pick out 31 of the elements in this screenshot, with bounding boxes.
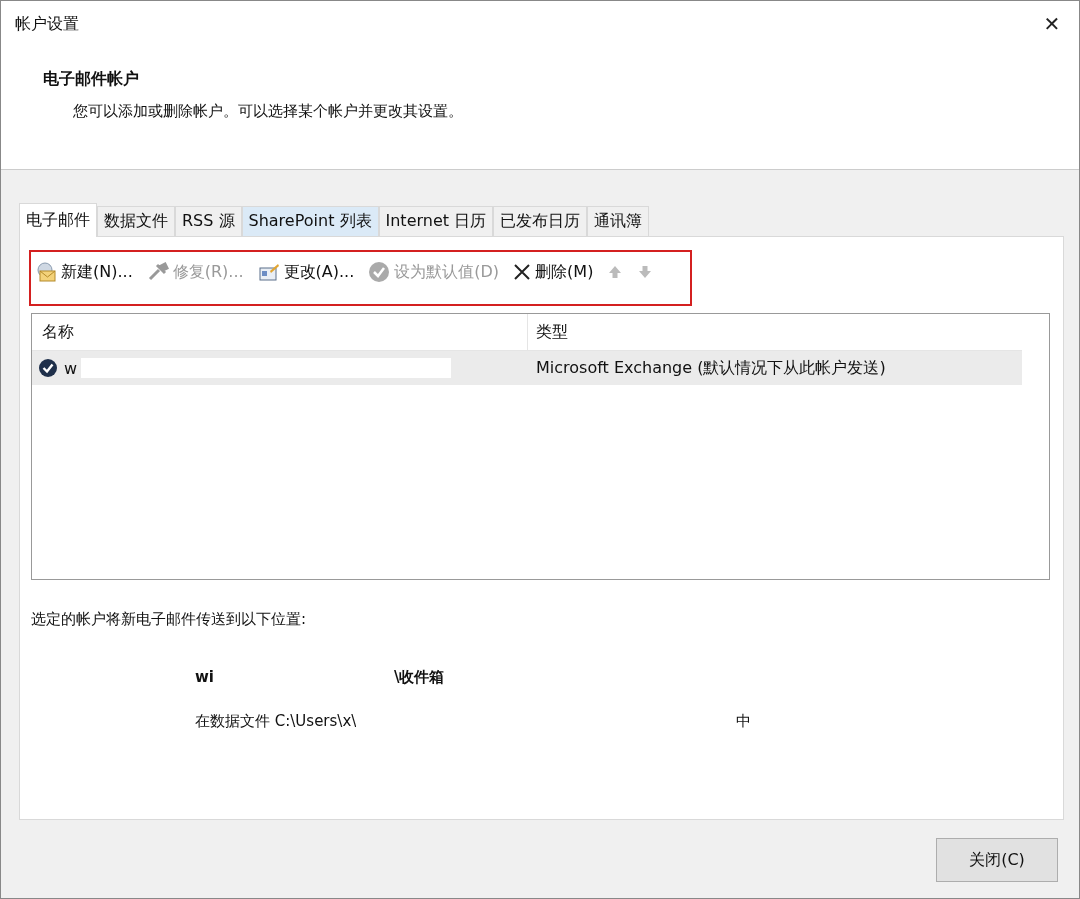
close-button[interactable]: ✕: [1025, 1, 1079, 47]
account-type: Microsoft Exchange (默认情况下从此帐户发送): [535, 357, 886, 379]
folder-text: \收件箱: [394, 667, 445, 687]
tab[interactable]: Internet 日历: [378, 206, 494, 236]
tab[interactable]: RSS 源: [175, 206, 242, 236]
header-title: 电子邮件帐户: [43, 69, 140, 90]
account-name: w: [64, 358, 78, 378]
tab[interactable]: SharePoint 列表: [241, 206, 379, 236]
tab[interactable]: 电子邮件: [19, 203, 97, 237]
close-dialog-button[interactable]: 关闭(C): [936, 838, 1058, 882]
check-circle-icon: [368, 261, 391, 283]
delivery-label: 选定的帐户将新电子邮件传送到以下位置:: [31, 610, 308, 629]
up-arrow-icon: [607, 264, 624, 280]
down-arrow-icon: [637, 264, 654, 280]
close-icon: [513, 263, 532, 281]
toolbar-button[interactable]: 删除(M): [513, 261, 594, 283]
window-title: 帐户设置: [15, 13, 79, 35]
folder-text: wi: [195, 668, 214, 686]
card-edit-icon: [257, 262, 280, 282]
path-text: 中: [736, 711, 752, 731]
column-header[interactable]: 名称: [32, 314, 528, 350]
tab[interactable]: 通讯簿: [587, 206, 650, 236]
account-row[interactable]: w Microsoft Exchange (默认情况下从此帐户发送): [32, 351, 1022, 385]
column-header[interactable]: 类型: [528, 321, 568, 343]
envelope-icon: [35, 262, 57, 282]
header-description: 您可以添加或删除帐户。可以选择某个帐户并更改其设置。: [73, 102, 464, 121]
toolbar-button[interactable]: 新建(N)...: [35, 261, 133, 283]
tab[interactable]: 已发布日历: [493, 206, 588, 236]
tab[interactable]: 数据文件: [97, 206, 175, 236]
toolbar-button[interactable]: 更改(A)...: [257, 261, 355, 283]
path-text: 在数据文件 C:\Users\x\: [195, 711, 357, 731]
